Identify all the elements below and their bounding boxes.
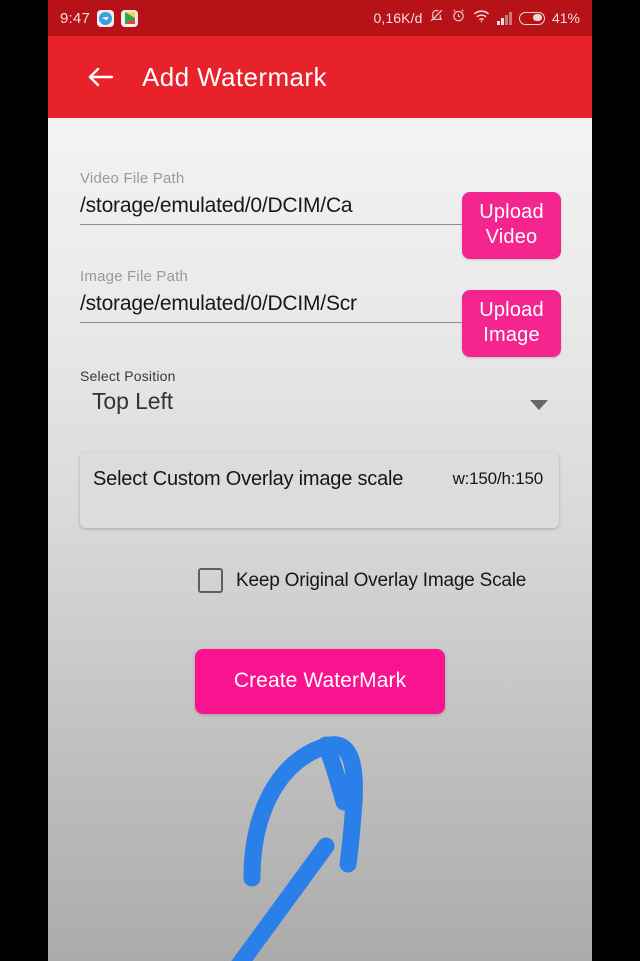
back-arrow-icon[interactable] xyxy=(74,65,128,89)
phone-screen: 9:47 0,16K/d 41% Add Watermark Video Fil… xyxy=(48,0,592,961)
overlay-scale-dimensions: w:150/h:150 xyxy=(452,469,544,488)
wifi-icon xyxy=(473,9,490,28)
status-time: 9:47 xyxy=(60,9,90,27)
keep-original-scale-checkbox[interactable] xyxy=(198,568,223,593)
image-file-path-row: Image File Path /storage/emulated/0/DCIM… xyxy=(80,268,561,357)
overlay-scale-title: Select Custom Overlay image scale xyxy=(93,468,404,490)
upload-video-button-line2: Video xyxy=(485,226,538,248)
notification-muted-icon xyxy=(429,8,444,28)
signal-bars-icon xyxy=(497,11,512,25)
overlay-scale-card[interactable]: Select Custom Overlay image scale w:150/… xyxy=(80,452,559,528)
data-rate-text: 0,16K/d xyxy=(373,10,423,26)
app-bar: Add Watermark xyxy=(48,36,592,118)
keep-original-scale-label: Keep Original Overlay Image Scale xyxy=(236,569,527,591)
create-watermark-button[interactable]: Create WaterMark xyxy=(195,649,445,714)
alarm-clock-icon xyxy=(451,8,466,28)
google-play-icon xyxy=(121,9,138,27)
upload-video-button-line1: Upload xyxy=(479,201,544,223)
status-bar-right: 0,16K/d 41% xyxy=(373,8,580,28)
video-file-path-value: /storage/emulated/0/DCIM/Ca xyxy=(80,194,353,217)
keep-original-scale-row[interactable]: Keep Original Overlay Image Scale xyxy=(198,568,526,593)
video-file-path-input[interactable]: /storage/emulated/0/DCIM/Ca xyxy=(80,191,468,225)
select-position-dropdown[interactable]: Select Position Top Left xyxy=(80,368,560,415)
select-position-label: Select Position xyxy=(80,368,176,384)
upload-image-button-line1: Upload xyxy=(479,299,544,321)
video-file-path-row: Video File Path /storage/emulated/0/DCIM… xyxy=(80,170,561,259)
upload-video-button[interactable]: Upload Video xyxy=(462,192,561,259)
image-file-path-value: /storage/emulated/0/DCIM/Scr xyxy=(80,292,357,315)
telegram-icon xyxy=(97,9,114,27)
image-file-path-label: Image File Path xyxy=(80,268,189,285)
chevron-down-icon[interactable] xyxy=(530,400,548,410)
video-file-path-label: Video File Path xyxy=(80,170,185,187)
battery-percent-text: 41% xyxy=(551,10,580,26)
select-position-value: Top Left xyxy=(92,388,174,414)
content-area: Video File Path /storage/emulated/0/DCIM… xyxy=(48,118,592,961)
status-bar: 9:47 0,16K/d 41% xyxy=(48,0,592,36)
battery-icon xyxy=(518,11,545,25)
status-bar-left: 9:47 xyxy=(60,9,138,27)
page-title: Add Watermark xyxy=(142,61,327,92)
image-file-path-input[interactable]: /storage/emulated/0/DCIM/Scr xyxy=(80,289,468,323)
upload-image-button-line2: Image xyxy=(483,324,540,346)
annotation-arrow-icon xyxy=(148,698,428,961)
upload-image-button[interactable]: Upload Image xyxy=(462,290,561,357)
